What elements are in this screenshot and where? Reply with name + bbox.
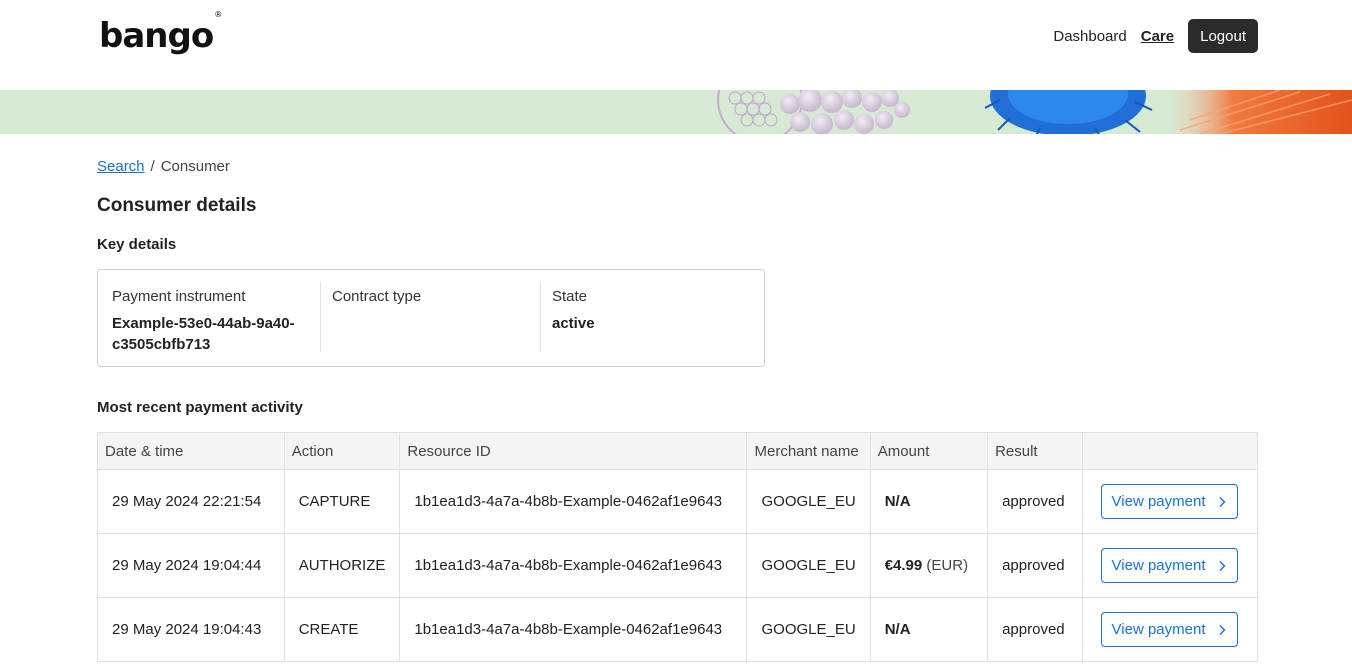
payment-activity-heading: Most recent payment activity [97, 399, 303, 416]
column-header-actions [1082, 432, 1258, 470]
payment-instrument-value: Example-53e0-44ab-9a40-c3505cbfb713 [112, 315, 295, 353]
bango-logo[interactable]: bango® [99, 10, 222, 56]
state-value: active [552, 315, 595, 332]
cell-action: CREATE [283, 597, 401, 662]
decorative-banner [0, 90, 1352, 134]
chevron-right-icon [1219, 560, 1225, 571]
cell-datetime: 29 May 2024 22:21:54 [97, 469, 285, 534]
table-row: 29 May 2024 19:04:44 AUTHORIZE 1b1ea1d3-… [97, 533, 1258, 598]
chevron-right-icon [1219, 496, 1225, 507]
amount-value: N/A [884, 493, 911, 510]
cell-actions: View payment [1082, 533, 1258, 598]
amount-currency: (EUR) [926, 557, 969, 574]
cell-result: approved [987, 533, 1084, 598]
cell-merchant: GOOGLE_EU [746, 469, 871, 534]
table-header-row: Date & time Action Resource ID Merchant … [97, 432, 1258, 470]
banner-artwork [717, 90, 1352, 134]
table-row: 29 May 2024 22:21:54 CAPTURE 1b1ea1d3-4a… [97, 469, 1258, 534]
column-header-merchant: Merchant name [746, 432, 871, 470]
logo-text: bango [99, 16, 214, 56]
card-divider [540, 282, 541, 352]
cell-merchant: GOOGLE_EU [746, 533, 871, 598]
key-details-card: Payment instrument Example-53e0-44ab-9a4… [97, 269, 765, 367]
cell-result: approved [987, 597, 1084, 662]
view-payment-label: View payment [1111, 557, 1206, 574]
header: bango® Dashboard Care Logout [0, 0, 1352, 90]
cell-merchant: GOOGLE_EU [746, 597, 871, 662]
view-payment-label: View payment [1111, 621, 1206, 638]
cell-actions: View payment [1082, 469, 1258, 534]
cell-resource-id: 1b1ea1d3-4a7a-4b8b-Example-0462af1e9643 [399, 533, 748, 598]
chevron-right-icon [1219, 624, 1225, 635]
cell-resource-id: 1b1ea1d3-4a7a-4b8b-Example-0462af1e9643 [399, 469, 748, 534]
contract-type-label: Contract type [332, 288, 422, 305]
cell-datetime: 29 May 2024 19:04:44 [97, 533, 285, 598]
cell-amount: N/A [869, 597, 989, 662]
nav-care-link[interactable]: Care [1141, 28, 1174, 45]
cell-result: approved [987, 469, 1084, 534]
view-payment-button[interactable]: View payment [1101, 548, 1239, 583]
page-title: Consumer details [97, 195, 257, 216]
cell-resource-id: 1b1ea1d3-4a7a-4b8b-Example-0462af1e9643 [399, 597, 748, 662]
nav-dashboard-link[interactable]: Dashboard [1053, 28, 1126, 45]
column-header-amount: Amount [869, 432, 989, 470]
logo-registered-mark: ® [214, 9, 222, 19]
key-details-heading: Key details [97, 236, 177, 253]
amount-value: N/A [884, 621, 911, 638]
breadcrumb: Search / Consumer [97, 158, 230, 175]
cell-amount: €4.99 (EUR) [869, 533, 989, 598]
breadcrumb-separator: / [150, 158, 155, 175]
contract-type-field: Contract type [332, 282, 532, 352]
state-label: State [552, 288, 588, 305]
column-header-result: Result [987, 432, 1084, 470]
view-payment-label: View payment [1111, 493, 1206, 510]
payment-activity-table: Date & time Action Resource ID Merchant … [97, 432, 1258, 662]
table-row: 29 May 2024 19:04:43 CREATE 1b1ea1d3-4a7… [97, 597, 1258, 662]
amount-value: €4.99 [884, 557, 923, 574]
top-nav: Dashboard Care Logout [1053, 19, 1258, 53]
view-payment-button[interactable]: View payment [1101, 612, 1239, 647]
cell-action: AUTHORIZE [283, 533, 401, 598]
logout-button[interactable]: Logout [1188, 19, 1258, 53]
column-header-resource-id: Resource ID [399, 432, 748, 470]
cell-datetime: 29 May 2024 19:04:43 [97, 597, 285, 662]
card-divider [320, 282, 321, 352]
view-payment-button[interactable]: View payment [1101, 484, 1239, 519]
cell-actions: View payment [1082, 597, 1258, 662]
state-field: State active [552, 282, 752, 352]
breadcrumb-current: Consumer [160, 158, 230, 175]
cell-amount: N/A [869, 469, 989, 534]
payment-instrument-field: Payment instrument Example-53e0-44ab-9a4… [112, 282, 312, 353]
payment-instrument-label: Payment instrument [112, 288, 246, 305]
column-header-datetime: Date & time [97, 432, 285, 470]
breadcrumb-search-link[interactable]: Search [97, 158, 145, 175]
column-header-action: Action [283, 432, 401, 470]
cell-action: CAPTURE [283, 469, 401, 534]
